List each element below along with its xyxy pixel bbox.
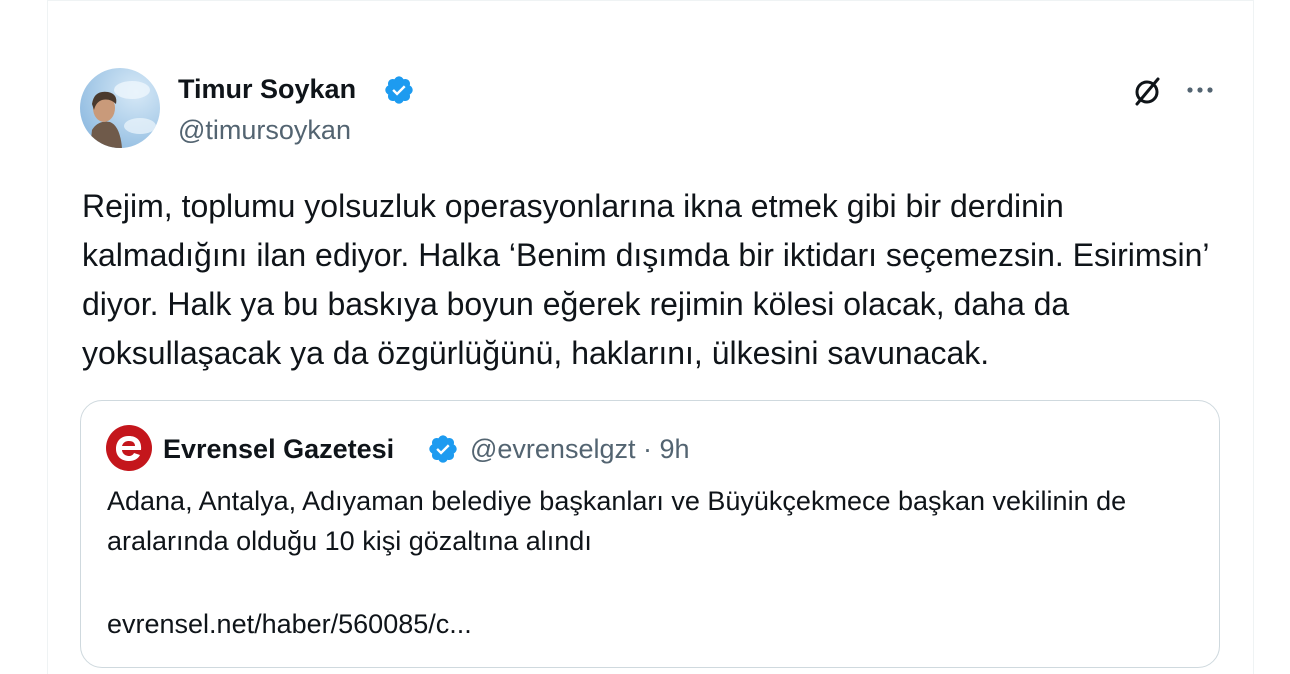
evrensel-e-glyph: [116, 436, 142, 461]
quote-author-name[interactable]: Evrensel Gazetesi: [163, 432, 394, 466]
tweet-text: Rejim, toplumu yolsuzluk operasyonlarına…: [82, 188, 1209, 371]
author-name[interactable]: Timur Soykan: [178, 72, 356, 106]
grok-icon[interactable]: [1130, 74, 1164, 108]
avatar-photo: [90, 81, 156, 148]
quote-text: Adana, Antalya, Adıyaman belediye başkan…: [107, 486, 1127, 556]
quote-handle-time[interactable]: @evrenselgzt · 9h: [470, 432, 690, 466]
quote-link[interactable]: evrensel.net/haber/560085/c...: [107, 606, 472, 642]
evrensel-logo-icon[interactable]: [106, 425, 152, 471]
more-icon[interactable]: [1184, 78, 1216, 102]
verified-badge-icon[interactable]: [383, 74, 415, 106]
quote-verified-badge-icon: [429, 435, 457, 463]
avatar[interactable]: [80, 68, 160, 148]
author-handle[interactable]: @timursoykan: [178, 113, 351, 147]
